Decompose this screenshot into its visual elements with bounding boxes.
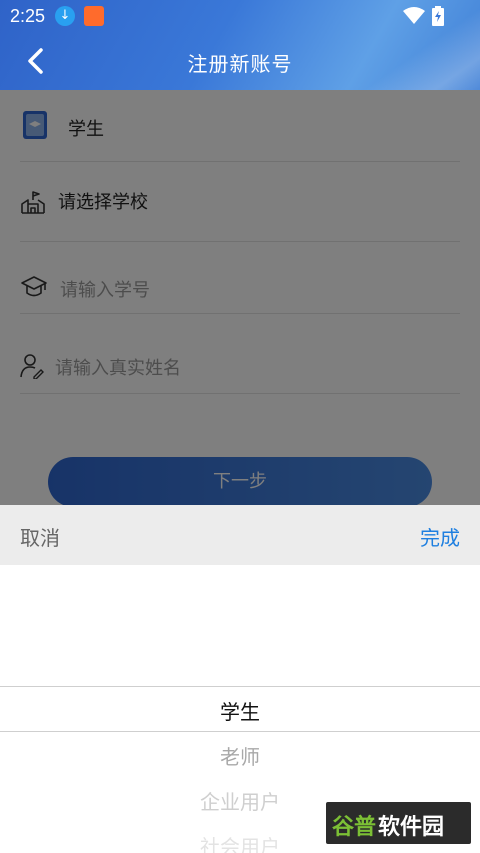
picker-toolbar: 取消 完成 — [0, 505, 480, 565]
dim-overlay[interactable] — [0, 90, 480, 505]
status-time: 2:25 — [10, 6, 46, 26]
picker-selection-line-bottom — [0, 731, 480, 732]
cancel-button[interactable]: 取消 — [20, 522, 60, 551]
battery-icon — [432, 6, 444, 26]
picker-selection-line-top — [0, 686, 480, 687]
page-title: 注册新账号 — [187, 52, 293, 76]
picker-option[interactable]: 学生 — [0, 696, 480, 725]
watermark-part-a: 谷普 — [332, 815, 377, 840]
done-button[interactable]: 完成 — [420, 522, 460, 551]
watermark-logo: 谷普 软件园 — [326, 802, 471, 844]
watermark-part-b: 软件园 — [378, 815, 445, 840]
status-bar: 2:25 ↓ — [0, 0, 480, 32]
picker-option[interactable]: 老师 — [0, 741, 480, 770]
app-header: 注册新账号 — [0, 32, 480, 90]
wifi-icon — [403, 7, 425, 24]
app-notification-icon — [84, 6, 104, 26]
download-icon: ↓ — [55, 6, 75, 26]
